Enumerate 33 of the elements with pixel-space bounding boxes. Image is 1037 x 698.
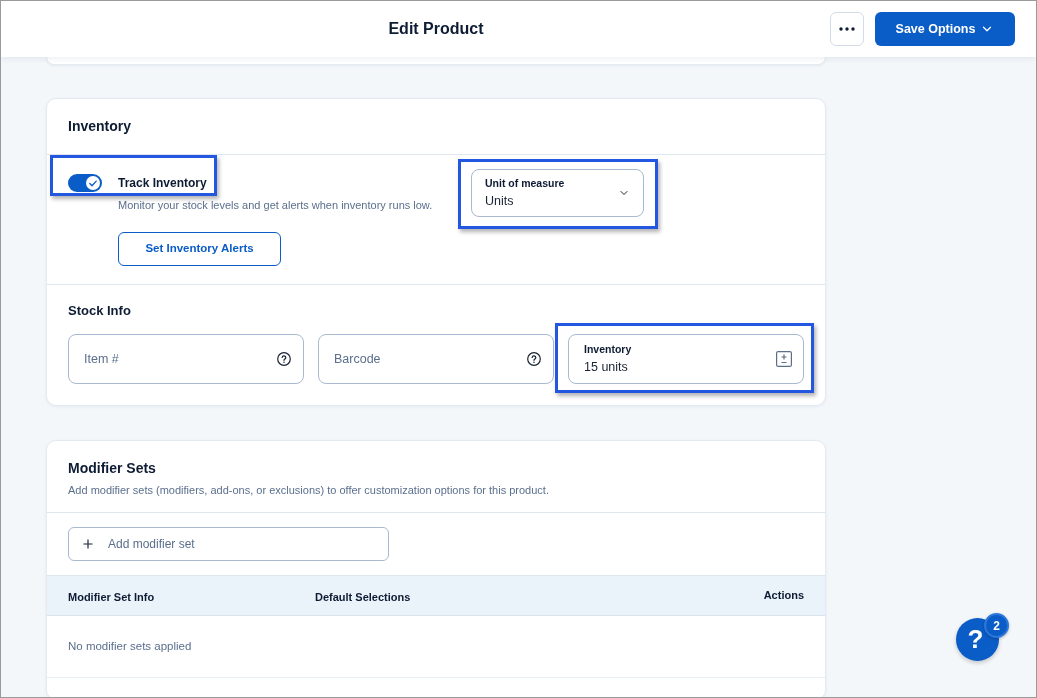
add-modifier-set-button[interactable]: Add modifier set <box>68 527 389 561</box>
field-value: 15 units <box>584 359 628 375</box>
empty-state-text: No modifier sets applied <box>68 638 192 654</box>
section-title: Inventory <box>68 117 131 136</box>
check-icon <box>89 179 97 187</box>
more-button[interactable] <box>830 12 864 46</box>
section-description: Add modifier sets (modifiers, add-ons, or exclusions) to offer customization options for this product. <box>68 483 549 498</box>
set-inventory-alerts-button[interactable]: Set Inventory Alerts <box>118 232 281 266</box>
placeholder-text: Barcode <box>334 350 381 368</box>
field-label: Unit of measure <box>485 177 565 190</box>
input-field[interactable]: Inventory 15 units <box>568 334 804 384</box>
field-value: Units <box>485 193 514 209</box>
placeholder-text: Item # <box>84 350 119 368</box>
column-header: Actions <box>763 588 804 604</box>
plus-minus-icon[interactable] <box>776 351 792 367</box>
toggle-label: Track Inventory <box>118 175 207 192</box>
section-title: Stock Info <box>68 302 131 319</box>
input-field[interactable]: Barcode <box>318 334 554 384</box>
page-title: Edit Product <box>388 19 484 39</box>
section-title: Modifier Sets <box>68 460 156 477</box>
help-icon[interactable] <box>277 352 291 366</box>
plus-icon <box>81 537 95 551</box>
toggle-switch[interactable] <box>68 174 102 192</box>
ellipsis-icon <box>839 27 855 31</box>
input-field[interactable]: Item # <box>68 334 304 384</box>
save-options-button[interactable]: Save Options <box>875 12 1015 46</box>
column-header: Default Selections <box>315 590 411 603</box>
unit-of-measure-select[interactable]: Unit of measure Units <box>471 169 644 217</box>
field-label: Inventory <box>584 343 632 356</box>
help-icon[interactable] <box>527 352 541 366</box>
notification-badge: 2 <box>984 613 1009 638</box>
column-header: Modifier Set Info <box>68 590 155 603</box>
toggle-description: Monitor your stock levels and get alerts when inventory runs low. <box>118 198 433 213</box>
